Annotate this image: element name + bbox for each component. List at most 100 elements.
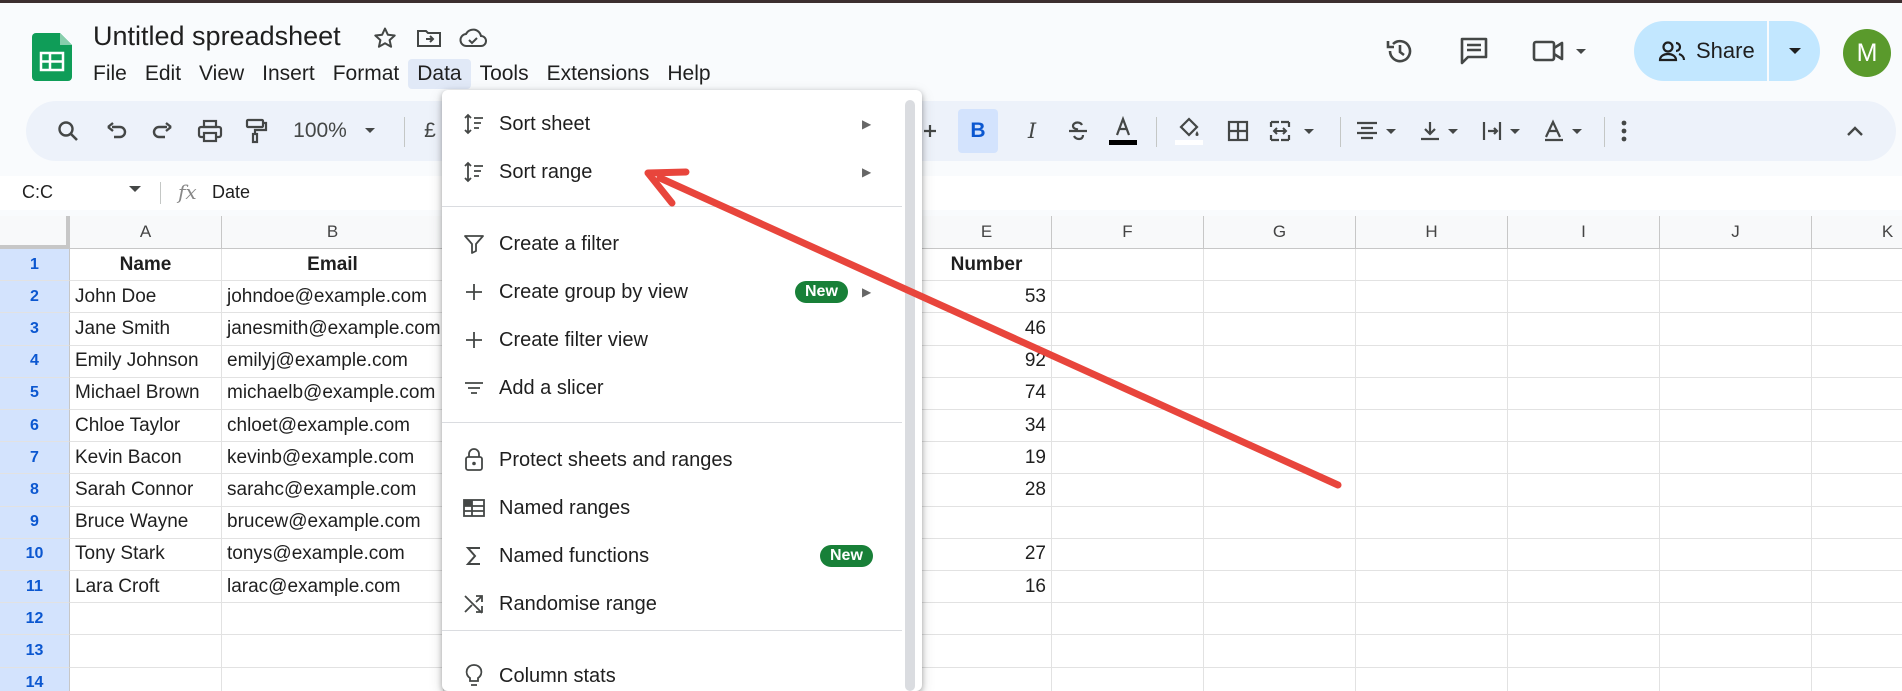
cell-f14[interactable] xyxy=(1052,667,1204,691)
name-box[interactable]: C:C xyxy=(22,182,53,203)
fill-color-icon[interactable] xyxy=(1170,115,1208,147)
column-header-h[interactable]: H xyxy=(1356,216,1508,249)
currency-format-button[interactable]: £ xyxy=(420,115,440,147)
column-header-g[interactable]: G xyxy=(1204,216,1356,249)
cell-g11[interactable] xyxy=(1204,571,1356,604)
text-rotation-icon[interactable] xyxy=(1540,115,1596,147)
cell-f13[interactable] xyxy=(1052,635,1204,668)
cell-h3[interactable] xyxy=(1356,313,1508,346)
cell-k14[interactable] xyxy=(1812,668,1902,691)
menu-scrollbar[interactable] xyxy=(905,100,915,691)
cell-b14[interactable] xyxy=(222,667,444,691)
cell-i13[interactable] xyxy=(1508,635,1660,668)
cell-h6[interactable] xyxy=(1356,410,1508,443)
menu-item-create-a-filter[interactable]: Create a filter xyxy=(442,222,902,266)
cell-g3[interactable] xyxy=(1204,313,1356,346)
cell-i1[interactable] xyxy=(1508,249,1660,282)
cell-h8[interactable] xyxy=(1356,474,1508,507)
cell-k11[interactable] xyxy=(1812,571,1902,604)
cell-g9[interactable] xyxy=(1204,506,1356,539)
column-header-k[interactable]: K xyxy=(1812,216,1902,249)
cell-e3[interactable]: 46 xyxy=(922,313,1052,346)
row-header-10[interactable]: 10 xyxy=(0,538,70,571)
cell-g4[interactable] xyxy=(1204,345,1356,378)
cell-j7[interactable] xyxy=(1660,442,1812,475)
cell-g12[interactable] xyxy=(1204,603,1356,636)
cell-b12[interactable] xyxy=(222,603,444,636)
row-header-9[interactable]: 9 xyxy=(0,506,70,539)
cell-a11[interactable]: Lara Croft xyxy=(70,571,222,604)
cell-f1[interactable] xyxy=(1052,249,1204,282)
cell-g8[interactable] xyxy=(1204,474,1356,507)
row-header-3[interactable]: 3 xyxy=(0,313,70,346)
namebox-caret-icon[interactable] xyxy=(128,184,142,194)
cell-k9[interactable] xyxy=(1812,507,1902,539)
cell-a7[interactable]: Kevin Bacon xyxy=(70,442,222,475)
cell-i12[interactable] xyxy=(1508,603,1660,636)
cell-i14[interactable] xyxy=(1508,667,1660,691)
comments-icon[interactable] xyxy=(1454,31,1494,71)
cell-h12[interactable] xyxy=(1356,603,1508,636)
cell-e2[interactable]: 53 xyxy=(922,281,1052,314)
cell-h4[interactable] xyxy=(1356,345,1508,378)
cell-j1[interactable] xyxy=(1660,249,1812,282)
cell-a9[interactable]: Bruce Wayne xyxy=(70,506,222,539)
cell-e7[interactable]: 19 xyxy=(922,442,1052,475)
cell-b1[interactable]: Email xyxy=(222,249,444,282)
text-wrapping-icon[interactable] xyxy=(1478,115,1534,147)
cell-i10[interactable] xyxy=(1508,538,1660,571)
paint-format-icon[interactable] xyxy=(240,115,272,147)
horizontal-align-icon[interactable] xyxy=(1352,115,1408,147)
menu-item-create-group-by-view[interactable]: Create group by view New ▶ xyxy=(442,270,902,314)
cell-i5[interactable] xyxy=(1508,377,1660,410)
cell-k8[interactable] xyxy=(1812,474,1902,507)
cell-i9[interactable] xyxy=(1508,506,1660,539)
row-header-8[interactable]: 8 xyxy=(0,474,70,507)
cell-g5[interactable] xyxy=(1204,377,1356,410)
cell-g6[interactable] xyxy=(1204,410,1356,443)
share-options-dropdown[interactable] xyxy=(1769,46,1820,56)
cell-e12[interactable] xyxy=(922,603,1052,636)
cell-g2[interactable] xyxy=(1204,281,1356,314)
italic-icon[interactable]: I xyxy=(1016,115,1048,147)
column-header-a[interactable]: A xyxy=(70,216,222,249)
row-header-2[interactable]: 2 xyxy=(0,281,70,314)
collapse-toolbar-icon[interactable] xyxy=(1840,115,1870,147)
cell-e8[interactable]: 28 xyxy=(922,474,1052,507)
cell-k1[interactable] xyxy=(1812,249,1902,282)
menu-tools[interactable]: Tools xyxy=(471,59,538,89)
cell-b10[interactable]: tonys@example.com xyxy=(222,538,444,571)
menu-item-create-filter-view[interactable]: Create filter view xyxy=(442,318,902,362)
cell-h10[interactable] xyxy=(1356,538,1508,571)
cell-j5[interactable] xyxy=(1660,377,1812,410)
more-options-icon[interactable] xyxy=(1612,115,1636,147)
cell-j13[interactable] xyxy=(1660,635,1812,668)
cell-i4[interactable] xyxy=(1508,345,1660,378)
cell-a12[interactable] xyxy=(70,603,222,636)
cell-k6[interactable] xyxy=(1812,410,1902,443)
borders-icon[interactable] xyxy=(1222,115,1254,147)
cell-a5[interactable]: Michael Brown xyxy=(70,377,222,410)
cell-a6[interactable]: Chloe Taylor xyxy=(70,410,222,443)
sheets-logo-icon[interactable] xyxy=(32,33,72,81)
cell-j11[interactable] xyxy=(1660,571,1812,604)
cell-e9[interactable] xyxy=(922,506,1052,539)
cell-h2[interactable] xyxy=(1356,281,1508,314)
cell-j3[interactable] xyxy=(1660,313,1812,346)
cell-g13[interactable] xyxy=(1204,635,1356,668)
cell-f5[interactable] xyxy=(1052,377,1204,410)
row-header-1[interactable]: 1 xyxy=(0,249,70,282)
row-header-12[interactable]: 12 xyxy=(0,603,70,636)
cell-e5[interactable]: 74 xyxy=(922,377,1052,410)
cell-h9[interactable] xyxy=(1356,506,1508,539)
row-header-14[interactable]: 14 xyxy=(0,667,70,691)
text-color-icon[interactable] xyxy=(1104,115,1142,147)
cell-i2[interactable] xyxy=(1508,281,1660,314)
menu-help[interactable]: Help xyxy=(658,59,719,89)
cell-k4[interactable] xyxy=(1812,346,1902,378)
column-header-e[interactable]: E xyxy=(922,216,1052,249)
cell-a1[interactable]: Name xyxy=(70,249,222,282)
cell-j6[interactable] xyxy=(1660,410,1812,443)
undo-icon[interactable] xyxy=(100,115,132,147)
cell-k2[interactable] xyxy=(1812,281,1902,314)
